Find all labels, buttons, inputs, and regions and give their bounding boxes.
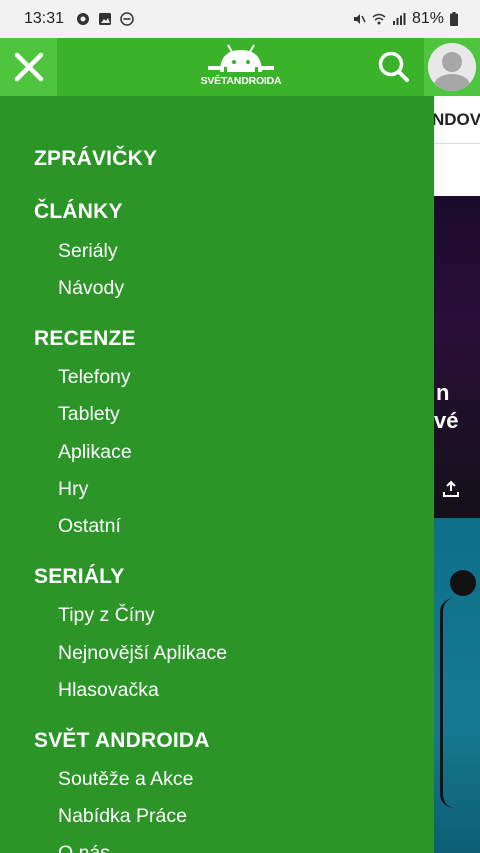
background-article-image: [434, 518, 480, 853]
status-bar: 13:31 81%: [0, 0, 480, 38]
menu-item-tipy-z-ciny[interactable]: Tipy z Číny: [58, 604, 155, 627]
cable-image: [440, 598, 454, 808]
signal-icon: [392, 13, 406, 25]
app-header: SVĚTANDROIDA: [0, 38, 480, 96]
menu-item-hry[interactable]: Hry: [58, 478, 88, 501]
search-button[interactable]: [374, 49, 414, 85]
menu-section-svet-androida[interactable]: SVĚT ANDROIDA: [34, 729, 210, 753]
menu-item-serialy[interactable]: Seriály: [58, 240, 118, 263]
background-article-card: n vé: [434, 196, 480, 518]
close-menu-button[interactable]: [0, 38, 57, 96]
share-icon: [443, 480, 459, 497]
background-card-text-2: vé: [434, 408, 459, 433]
site-logo[interactable]: SVĚTANDROIDA: [196, 42, 286, 92]
battery-percent: 81%: [411, 10, 444, 27]
menu-item-aplikace[interactable]: Aplikace: [58, 441, 132, 464]
menu-item-ostatni[interactable]: Ostatní: [58, 515, 121, 538]
menu-item-o-nas[interactable]: O nás: [58, 842, 110, 853]
android-robot-icon: [208, 44, 274, 73]
menu-section-zpravicky[interactable]: ZPRÁVIČKY: [34, 147, 157, 171]
menu-item-hlasovacka[interactable]: Hlasovačka: [58, 679, 159, 702]
user-icon: [428, 43, 476, 91]
avatar: [428, 43, 476, 91]
close-icon: [14, 52, 43, 82]
background-card-text-1: n: [436, 380, 450, 405]
search-icon: [378, 51, 409, 82]
logo-text: SVĚTANDROIDA: [200, 75, 282, 87]
wifi-icon: [372, 13, 386, 25]
background-tab-label: NDOVA: [434, 110, 480, 129]
menu-item-telefony[interactable]: Telefony: [58, 366, 131, 389]
mute-icon: [353, 14, 366, 24]
earbud-image: [450, 570, 476, 596]
menu-section-clanky[interactable]: ČLÁNKY: [34, 200, 123, 224]
battery-icon: [450, 12, 458, 26]
background-page: NDOVA n vé: [434, 96, 480, 853]
gallery-icon: [99, 13, 112, 25]
menu-item-tablety[interactable]: Tablety: [58, 403, 120, 426]
status-time: 13:31: [24, 10, 65, 27]
menu-section-recenze[interactable]: RECENZE: [34, 327, 136, 351]
navigation-drawer: ZPRÁVIČKY ČLÁNKY Seriály Návody RECENZE …: [0, 96, 434, 853]
do-not-disturb-icon: [120, 12, 134, 26]
menu-item-souteze-a-akce[interactable]: Soutěže a Akce: [58, 768, 194, 791]
menu-item-navody[interactable]: Návody: [58, 277, 124, 300]
user-account-button[interactable]: [424, 38, 480, 96]
menu-item-nejnovejsi-aplikace[interactable]: Nejnovější Aplikace: [58, 642, 227, 665]
background-tab-bar: NDOVA: [434, 96, 480, 144]
chrome-icon: [77, 13, 90, 25]
menu-item-nabidka-prace[interactable]: Nabídka Práce: [58, 805, 187, 828]
menu-section-serialy[interactable]: SERIÁLY: [34, 565, 125, 589]
